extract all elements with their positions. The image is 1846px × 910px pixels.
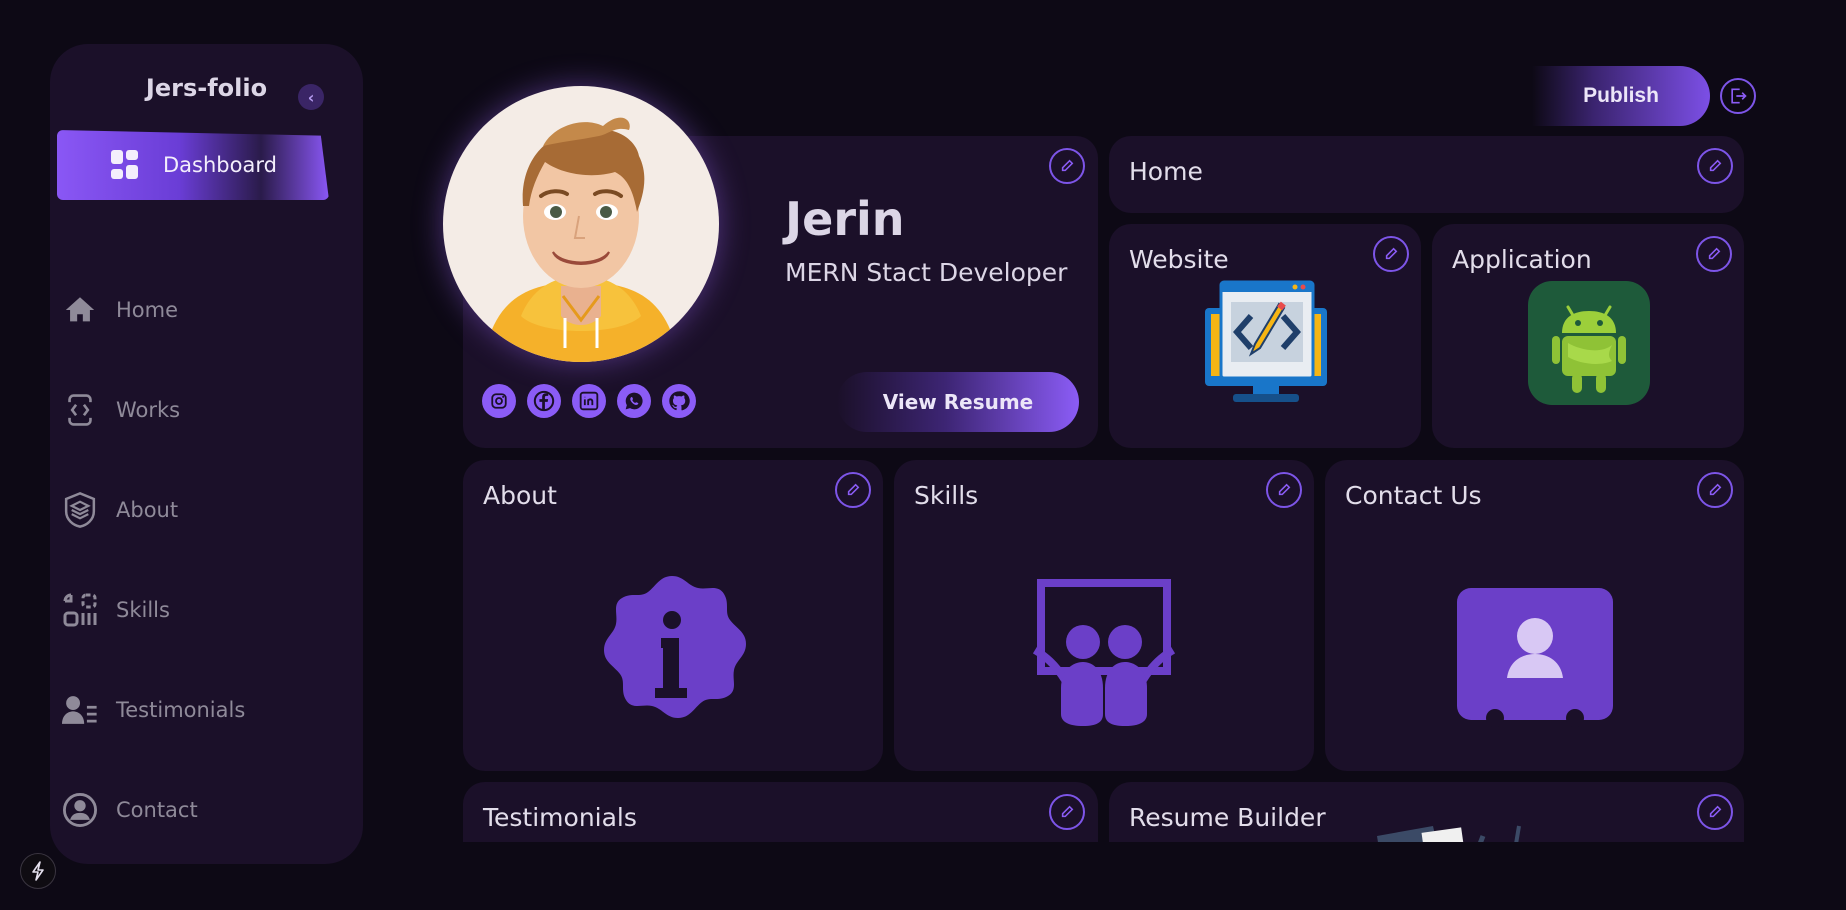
edit-contact-button[interactable] <box>1697 472 1733 508</box>
edit-profile-button[interactable] <box>1049 148 1085 184</box>
profile-role: MERN Stact Developer <box>785 258 1068 287</box>
linkedin-link[interactable] <box>572 384 606 418</box>
edit-about-button[interactable] <box>835 472 871 508</box>
pencil-icon <box>847 483 860 496</box>
sidebar-item-label: Works <box>116 398 181 422</box>
layers-shield-icon <box>62 492 98 528</box>
github-link[interactable] <box>662 384 696 418</box>
view-resume-button[interactable]: View Resume <box>837 372 1079 432</box>
sidebar-item-works[interactable]: Works <box>62 390 180 430</box>
sidebar-item-label: Contact <box>116 798 198 822</box>
pencil-icon <box>1709 805 1722 818</box>
viewport-bottom-edge <box>370 842 1846 910</box>
github-icon <box>669 391 690 411</box>
sidebar-item-home[interactable]: Home <box>62 290 178 330</box>
contact-card: Contact Us <box>1325 460 1744 771</box>
profile-name: Jerin <box>785 192 905 246</box>
edit-home-button[interactable] <box>1697 148 1733 184</box>
contact-book-icon <box>1457 588 1613 734</box>
android-icon <box>1528 281 1650 405</box>
pencil-icon <box>1709 483 1722 496</box>
sidebar-item-skills[interactable]: Skills <box>62 590 170 630</box>
application-card: Application <box>1432 224 1744 448</box>
bolt-icon <box>32 861 44 881</box>
card-title: Resume Builder <box>1129 803 1326 832</box>
pencil-icon <box>1709 159 1722 172</box>
user-circle-icon <box>62 792 98 828</box>
code-device-icon <box>62 392 98 428</box>
logout-icon <box>1731 88 1747 104</box>
edit-skills-button[interactable] <box>1266 472 1302 508</box>
sidebar-item-label: Dashboard <box>163 153 277 177</box>
card-title: Application <box>1452 245 1592 274</box>
sidebar-item-label: Testimonials <box>116 698 246 722</box>
dashboard-grid-icon <box>111 150 141 180</box>
sidebar-item-contact[interactable]: Contact <box>62 790 198 830</box>
instagram-icon <box>491 393 507 409</box>
sidebar-item-label: Home <box>116 298 179 322</box>
skills-card: Skills <box>894 460 1314 771</box>
pencil-icon <box>1385 247 1398 260</box>
sidebar-item-label: About <box>116 498 179 522</box>
pencil-icon <box>1708 247 1721 260</box>
presentation-board-icon <box>1032 579 1176 726</box>
card-title: Contact Us <box>1345 481 1482 510</box>
pencil-icon <box>1278 483 1291 496</box>
facebook-icon <box>533 390 555 412</box>
user-list-icon <box>62 692 98 728</box>
pencil-icon <box>1061 805 1074 818</box>
about-card: About <box>463 460 883 771</box>
facebook-link[interactable] <box>527 384 561 418</box>
edit-resume-builder-button[interactable] <box>1697 794 1733 830</box>
whatsapp-link[interactable] <box>617 384 651 418</box>
sidebar-item-label: Skills <box>116 598 170 622</box>
sidebar-item-about[interactable]: About <box>62 490 178 530</box>
logout-button[interactable] <box>1720 78 1756 114</box>
card-title: About <box>483 481 557 510</box>
social-links <box>482 384 696 418</box>
house-icon <box>62 292 98 328</box>
linkedin-icon <box>579 391 599 411</box>
edit-testimonials-button[interactable] <box>1049 794 1085 830</box>
card-title: Home <box>1129 157 1203 186</box>
avatar <box>443 86 719 362</box>
chevron-left-icon: ‹ <box>307 87 315 107</box>
bolt-button[interactable] <box>20 853 56 889</box>
instagram-link[interactable] <box>482 384 516 418</box>
whatsapp-icon <box>625 392 643 410</box>
edit-website-button[interactable] <box>1373 236 1409 272</box>
publish-button[interactable]: Publish <box>1532 66 1710 126</box>
edit-application-button[interactable] <box>1696 236 1732 272</box>
collapse-sidebar-button[interactable]: ‹ <box>298 84 324 110</box>
sidebar-item-dashboard[interactable]: Dashboard <box>57 130 329 200</box>
card-title: Website <box>1129 245 1229 274</box>
pencil-icon <box>1061 159 1074 172</box>
shapes-icon <box>62 592 98 628</box>
website-card: Website <box>1109 224 1421 448</box>
card-title: Testimonials <box>483 803 637 832</box>
card-title: Skills <box>914 481 979 510</box>
sidebar-item-testimonials[interactable]: Testimonials <box>62 690 245 730</box>
website-illustration <box>1205 280 1327 402</box>
info-badge-icon <box>604 576 746 718</box>
home-card: Home <box>1109 136 1744 213</box>
